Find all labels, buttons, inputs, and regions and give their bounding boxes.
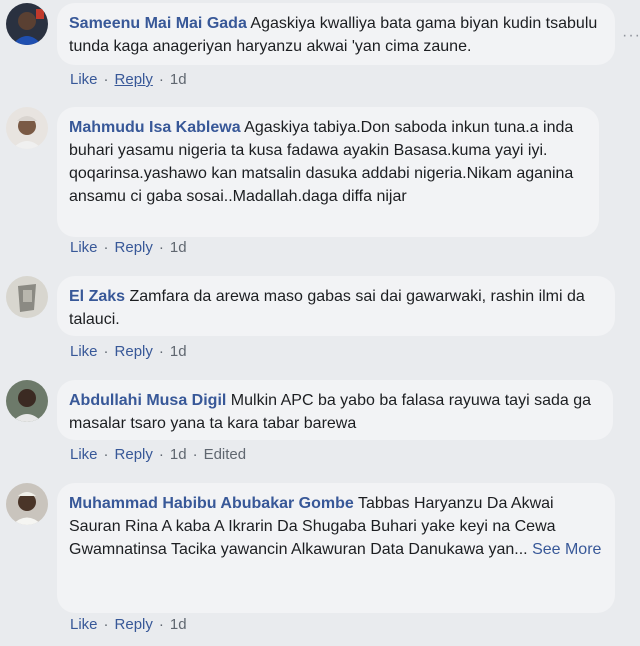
comment-author[interactable]: Mahmudu Isa Kablewa — [69, 119, 241, 136]
like-button[interactable]: Like — [70, 343, 98, 360]
comment-actions: Like · Reply · 1d — [70, 71, 187, 88]
timestamp[interactable]: 1d — [170, 71, 187, 88]
avatar[interactable] — [6, 483, 48, 525]
edited-label[interactable]: Edited — [204, 446, 247, 463]
comment-author[interactable]: El Zaks — [69, 288, 125, 305]
comment-actions: Like · Reply · 1d — [70, 343, 187, 360]
like-button[interactable]: Like — [70, 616, 98, 633]
avatar[interactable] — [6, 276, 48, 318]
comment-bubble: Sameenu Mai Mai Gada Agaskiya kwalliya b… — [57, 3, 615, 65]
like-button[interactable]: Like — [70, 71, 98, 88]
avatar[interactable] — [6, 107, 48, 149]
comment-bubble: Mahmudu Isa Kablewa Agaskiya tabiya.Don … — [57, 107, 599, 237]
comment-bubble: Muhammad Habibu Abubakar Gombe Tabbas Ha… — [57, 483, 615, 613]
comment-author[interactable]: Muhammad Habibu Abubakar Gombe — [69, 495, 354, 512]
comment-bubble: Abdullahi Musa Digil Mulkin APC ba yabo … — [57, 380, 613, 440]
timestamp[interactable]: 1d — [170, 343, 187, 360]
timestamp[interactable]: 1d — [170, 616, 187, 633]
comment-author[interactable]: Abdullahi Musa Digil — [69, 392, 226, 409]
comment-actions: Like · Reply · 1d · Edited — [70, 446, 247, 463]
timestamp[interactable]: 1d — [170, 239, 187, 256]
reply-button[interactable]: Reply — [115, 446, 153, 463]
timestamp[interactable]: 1d — [170, 446, 187, 463]
reply-button[interactable]: Reply — [115, 239, 153, 256]
see-more-link[interactable]: See More — [532, 541, 601, 558]
more-options-icon[interactable]: ··· — [622, 27, 640, 45]
comment-author[interactable]: Sameenu Mai Mai Gada — [69, 15, 247, 32]
like-button[interactable]: Like — [70, 239, 98, 256]
comment-text: Zamfara da arewa maso gabas sai dai gawa… — [69, 288, 585, 328]
comment-bubble: El Zaks Zamfara da arewa maso gabas sai … — [57, 276, 615, 336]
avatar[interactable] — [6, 380, 48, 422]
reply-button[interactable]: Reply — [115, 343, 153, 360]
like-button[interactable]: Like — [70, 446, 98, 463]
reply-button[interactable]: Reply — [115, 71, 153, 88]
comment-actions: Like · Reply · 1d — [70, 239, 187, 256]
reply-button[interactable]: Reply — [115, 616, 153, 633]
comment-actions: Like · Reply · 1d — [70, 616, 187, 633]
avatar[interactable] — [6, 3, 48, 45]
